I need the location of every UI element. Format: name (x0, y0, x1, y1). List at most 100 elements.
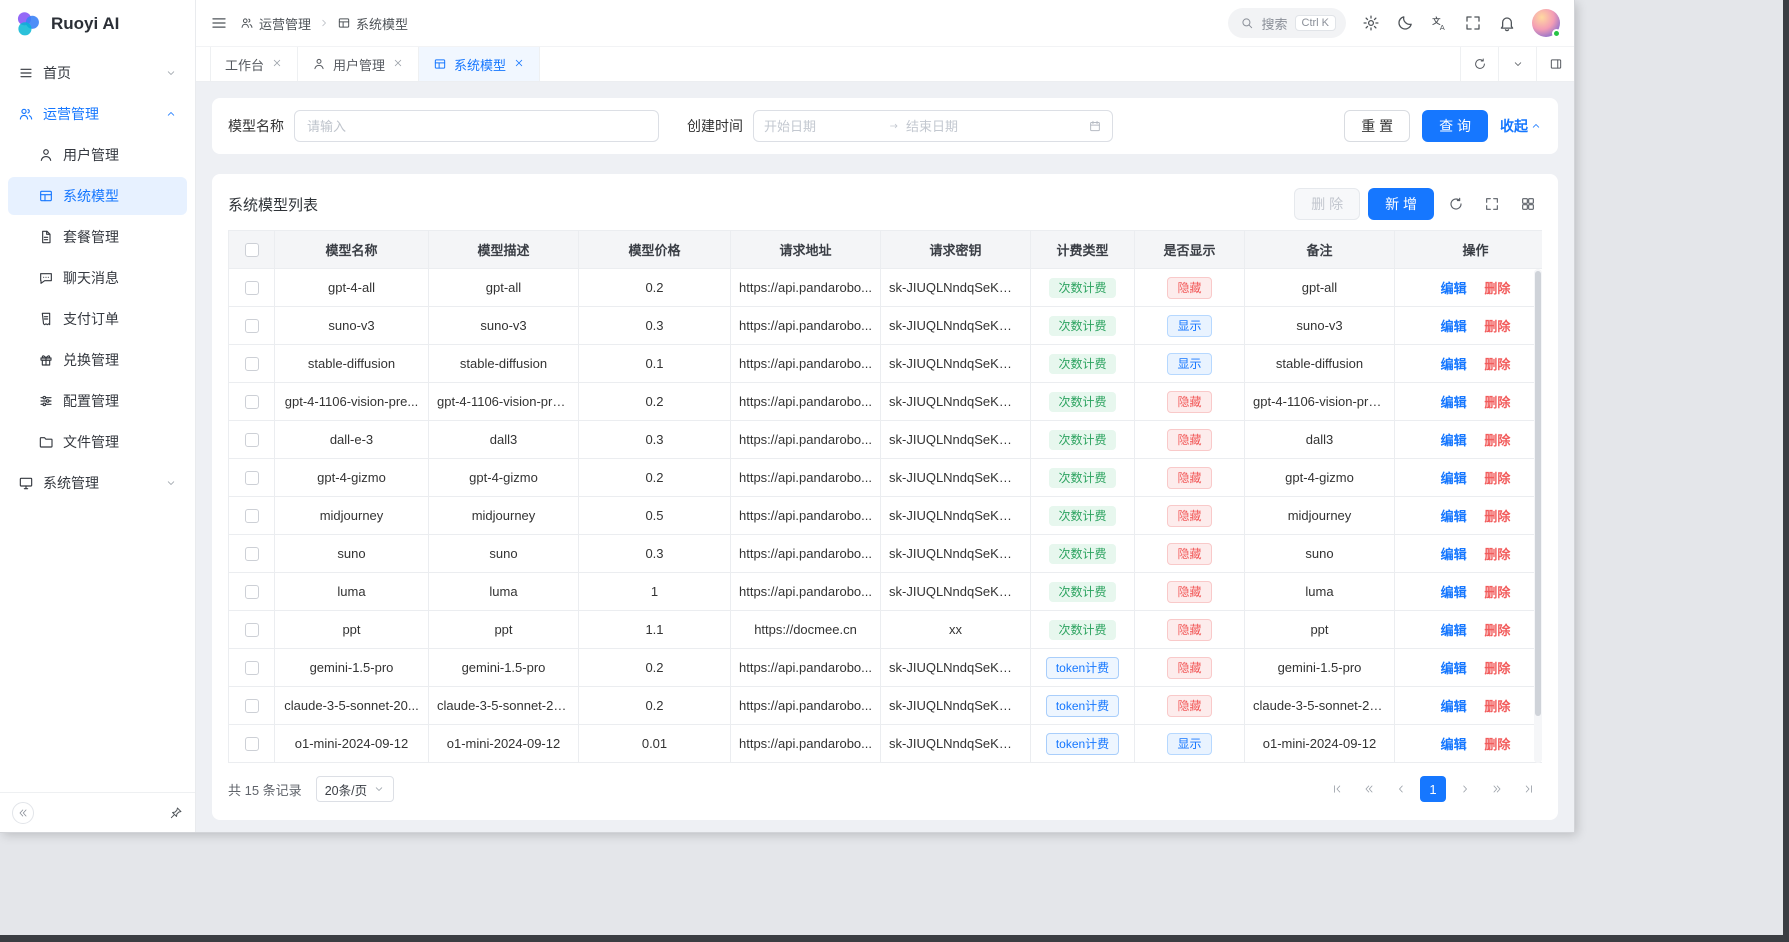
delete-link[interactable]: 删除 (1484, 699, 1510, 714)
delete-link[interactable]: 删除 (1484, 319, 1510, 334)
sidebar-item-exchange-management[interactable]: 兑换管理 (8, 341, 187, 379)
edit-link[interactable]: 编辑 (1441, 623, 1467, 638)
edit-link[interactable]: 编辑 (1441, 395, 1467, 410)
edit-link[interactable]: 编辑 (1441, 281, 1467, 296)
pin-sidebar-button[interactable] (169, 806, 183, 820)
visibility-badge[interactable]: 隐藏 (1167, 429, 1211, 451)
edit-link[interactable]: 编辑 (1441, 547, 1467, 562)
edit-link[interactable]: 编辑 (1441, 319, 1467, 334)
edit-link[interactable]: 编辑 (1441, 737, 1467, 752)
delete-link[interactable]: 删除 (1484, 357, 1510, 372)
delete-link[interactable]: 删除 (1484, 661, 1510, 676)
row-checkbox[interactable] (245, 737, 259, 751)
content-maximize-button[interactable] (1536, 47, 1574, 81)
global-search[interactable]: 搜索 Ctrl K (1228, 8, 1346, 38)
close-tab-button[interactable] (392, 57, 404, 72)
scrollbar-thumb[interactable] (1535, 271, 1541, 716)
row-checkbox[interactable] (245, 699, 259, 713)
select-all-checkbox[interactable] (245, 243, 259, 257)
visibility-badge[interactable]: 隐藏 (1167, 657, 1211, 679)
visibility-badge[interactable]: 显示 (1167, 733, 1211, 755)
language-button[interactable]: 文A (1430, 14, 1448, 32)
end-date-input[interactable] (906, 119, 1024, 134)
row-checkbox[interactable] (245, 509, 259, 523)
row-checkbox[interactable] (245, 319, 259, 333)
date-range-picker[interactable] (753, 110, 1113, 142)
breadcrumb-item-system-model[interactable]: 系统模型 (337, 14, 408, 33)
sidebar-item-file-management[interactable]: 文件管理 (8, 423, 187, 461)
tab-actions-dropdown[interactable] (1498, 47, 1536, 81)
sidebar-item-system-model[interactable]: 系统模型 (8, 177, 187, 215)
prev-page-button[interactable] (1388, 776, 1414, 802)
settings-button[interactable] (1362, 14, 1380, 32)
close-tab-button[interactable] (513, 57, 525, 72)
calendar-icon[interactable] (1088, 119, 1102, 133)
sidebar-item-payment-orders[interactable]: 支付订单 (8, 300, 187, 338)
page-1-button[interactable]: 1 (1420, 776, 1446, 802)
add-button[interactable]: 新 增 (1368, 188, 1434, 220)
row-checkbox[interactable] (245, 585, 259, 599)
delete-link[interactable]: 删除 (1484, 471, 1510, 486)
collapse-sidebar-button[interactable] (12, 802, 34, 824)
sidebar-item-package-management[interactable]: 套餐管理 (8, 218, 187, 256)
refresh-tab-button[interactable] (1460, 47, 1498, 81)
breadcrumb-item-operations[interactable]: 运营管理 (240, 14, 311, 33)
visibility-badge[interactable]: 隐藏 (1167, 505, 1211, 527)
delete-link[interactable]: 删除 (1484, 395, 1510, 410)
row-checkbox[interactable] (245, 471, 259, 485)
refresh-table-button[interactable] (1442, 190, 1470, 218)
tab-workbench[interactable]: 工作台 (210, 47, 298, 81)
tab-user-management[interactable]: 用户管理 (298, 47, 419, 81)
visibility-badge[interactable]: 显示 (1167, 315, 1211, 337)
visibility-badge[interactable]: 隐藏 (1167, 619, 1211, 641)
sidebar-item-chat-messages[interactable]: 聊天消息 (8, 259, 187, 297)
reset-button[interactable]: 重 置 (1344, 110, 1410, 142)
row-checkbox[interactable] (245, 623, 259, 637)
visibility-badge[interactable]: 隐藏 (1167, 695, 1211, 717)
query-button[interactable]: 查 询 (1422, 110, 1488, 142)
visibility-badge[interactable]: 隐藏 (1167, 581, 1211, 603)
row-checkbox[interactable] (245, 357, 259, 371)
delete-link[interactable]: 删除 (1484, 433, 1510, 448)
avatar[interactable] (1532, 9, 1560, 37)
model-name-input[interactable] (294, 110, 659, 142)
row-checkbox[interactable] (245, 433, 259, 447)
table-scrollbar[interactable] (1534, 269, 1542, 763)
visibility-badge[interactable]: 隐藏 (1167, 467, 1211, 489)
edit-link[interactable]: 编辑 (1441, 357, 1467, 372)
delete-link[interactable]: 删除 (1484, 623, 1510, 638)
logo[interactable]: Ruoyi AI (0, 0, 195, 48)
delete-link[interactable]: 删除 (1484, 547, 1510, 562)
start-date-input[interactable] (764, 119, 882, 134)
row-checkbox[interactable] (245, 661, 259, 675)
dark-mode-button[interactable] (1396, 14, 1414, 32)
visibility-badge[interactable]: 显示 (1167, 353, 1211, 375)
last-page-button[interactable] (1516, 776, 1542, 802)
tab-system-model[interactable]: 系统模型 (419, 47, 540, 81)
row-checkbox[interactable] (245, 547, 259, 561)
visibility-badge[interactable]: 隐藏 (1167, 277, 1211, 299)
next-page-button[interactable] (1452, 776, 1478, 802)
sidebar-item-home[interactable]: 首页 (8, 54, 187, 92)
page-size-select[interactable]: 20条/页 (316, 776, 394, 802)
prev-pages-button[interactable] (1356, 776, 1382, 802)
visibility-badge[interactable]: 隐藏 (1167, 391, 1211, 413)
first-page-button[interactable] (1324, 776, 1350, 802)
edit-link[interactable]: 编辑 (1441, 661, 1467, 676)
batch-delete-button[interactable]: 删 除 (1294, 188, 1360, 220)
delete-link[interactable]: 删除 (1484, 585, 1510, 600)
edit-link[interactable]: 编辑 (1441, 585, 1467, 600)
notifications-button[interactable] (1498, 14, 1516, 32)
edit-link[interactable]: 编辑 (1441, 699, 1467, 714)
edit-link[interactable]: 编辑 (1441, 471, 1467, 486)
next-pages-button[interactable] (1484, 776, 1510, 802)
sidebar-item-operations[interactable]: 运营管理 (8, 95, 187, 133)
close-tab-button[interactable] (271, 57, 283, 72)
sidebar-item-system-management[interactable]: 系统管理 (8, 464, 187, 502)
column-settings-button[interactable] (1514, 190, 1542, 218)
fullscreen-button[interactable] (1464, 14, 1482, 32)
collapse-filter-button[interactable]: 收起 (1500, 116, 1542, 136)
row-checkbox[interactable] (245, 395, 259, 409)
row-checkbox[interactable] (245, 281, 259, 295)
collapse-menu-button[interactable] (210, 14, 228, 32)
